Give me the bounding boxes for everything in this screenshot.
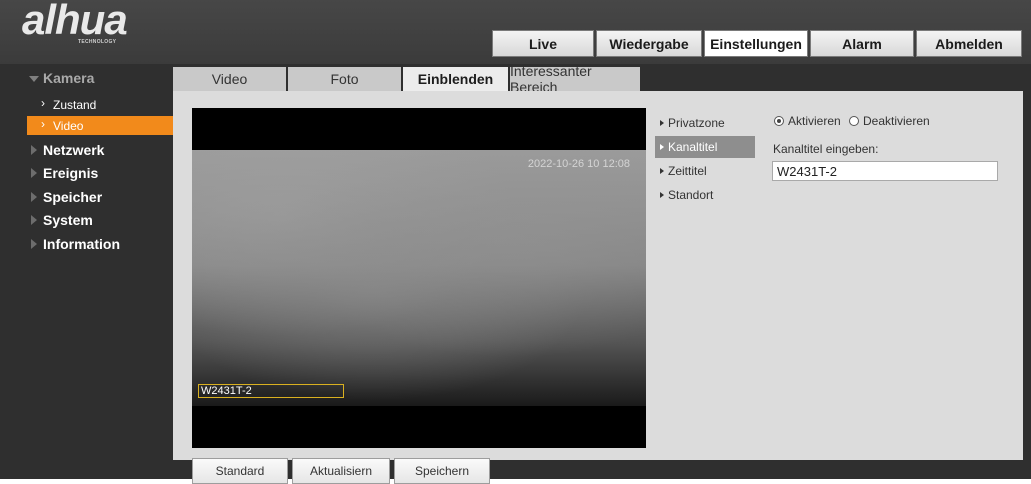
collapse-arrow-icon xyxy=(31,145,37,155)
main-panel: Video Foto Einblenden Interessanter Bere… xyxy=(173,63,1023,484)
overlay-option-label: Zeittitel xyxy=(668,164,707,178)
overlay-option-channel-title[interactable]: Kanaltitel xyxy=(655,136,755,158)
collapse-arrow-icon xyxy=(31,168,37,178)
triangle-right-icon xyxy=(660,192,664,198)
save-button[interactable]: Speichern xyxy=(394,458,490,484)
video-preview[interactable]: 2022-10-26 10 12:08 W2431T-2 xyxy=(192,108,646,448)
sidebar-item-network[interactable]: Netzwerk xyxy=(17,139,173,161)
logo-text: alhua xyxy=(22,0,128,43)
sidebar-item-label: Information xyxy=(43,236,120,252)
camera-image: 2022-10-26 10 12:08 W2431T-2 xyxy=(192,150,646,406)
sidebar-item-event[interactable]: Ereignis xyxy=(17,162,173,184)
nav-settings-button[interactable]: Einstellungen xyxy=(704,30,808,57)
channel-title-settings: Aktivieren Deaktivieren Kanaltitel einge… xyxy=(768,113,1008,193)
enable-radio[interactable] xyxy=(774,116,784,126)
tab-photo[interactable]: Foto xyxy=(288,67,401,91)
sidebar-item-label: Ereignis xyxy=(43,165,99,181)
overlay-option-label: Kanaltitel xyxy=(668,140,718,154)
nav-logout-button[interactable]: Abmelden xyxy=(916,30,1022,57)
collapse-arrow-icon xyxy=(31,239,37,249)
logo-subtext: TECHNOLOGY xyxy=(78,39,117,45)
disable-radio-label: Deaktivieren xyxy=(863,114,930,128)
sidebar-item-storage[interactable]: Speicher xyxy=(17,186,173,208)
sidebar-item-label: Kamera xyxy=(43,70,95,86)
logo: alhua TECHNOLOGY xyxy=(22,0,146,54)
chevron-right-icon: › xyxy=(41,96,45,110)
sidebar: Kamera › Zustand › Video Netzwerk Ereign… xyxy=(17,64,173,460)
overlay-option-time-title[interactable]: Zeittitel xyxy=(655,160,755,182)
sidebar-subitem-label: Video xyxy=(53,119,84,133)
osd-timestamp: 2022-10-26 10 12:08 xyxy=(527,158,630,170)
disable-radio[interactable] xyxy=(849,116,859,126)
collapse-arrow-icon xyxy=(31,215,37,225)
nav-live-button[interactable]: Live xyxy=(492,30,594,57)
triangle-right-icon xyxy=(660,120,664,126)
triangle-right-icon xyxy=(660,144,664,150)
nav-alarm-button[interactable]: Alarm xyxy=(810,30,914,57)
header: alhua TECHNOLOGY Live Wiedergabe Einstel… xyxy=(0,0,1031,64)
sidebar-item-label: Speicher xyxy=(43,189,103,205)
content-area: 2022-10-26 10 12:08 W2431T-2 Standard Ak… xyxy=(173,91,1023,484)
tab-video[interactable]: Video xyxy=(173,67,286,91)
overlay-option-label: Standort xyxy=(668,188,714,202)
default-button[interactable]: Standard xyxy=(192,458,288,484)
tab-strip: Video Foto Einblenden Interessanter Bere… xyxy=(173,63,1023,95)
chevron-right-icon: › xyxy=(41,117,45,131)
overlay-option-location[interactable]: Standort xyxy=(655,184,755,206)
sidebar-subitem-status[interactable]: › Zustand xyxy=(27,95,173,114)
triangle-right-icon xyxy=(660,168,664,174)
osd-channel-title: W2431T-2 xyxy=(201,385,252,397)
overlay-option-label: Privatzone xyxy=(668,116,725,130)
sidebar-subitem-label: Zustand xyxy=(53,98,97,112)
channel-title-label: Kanaltitel eingeben: xyxy=(773,142,879,156)
osd-channel-title-box[interactable]: W2431T-2 xyxy=(198,384,344,398)
sidebar-subitem-video[interactable]: › Video xyxy=(27,116,173,135)
tab-overlay[interactable]: Einblenden xyxy=(403,67,508,91)
refresh-button[interactable]: Aktualisiern xyxy=(292,458,390,484)
sidebar-item-information[interactable]: Information xyxy=(17,233,173,255)
sidebar-item-label: System xyxy=(43,212,93,228)
sidebar-item-camera[interactable]: Kamera xyxy=(17,67,173,89)
enable-radio-label: Aktivieren xyxy=(788,114,841,128)
overlay-option-privacy-zone[interactable]: Privatzone xyxy=(655,112,755,134)
sidebar-item-label: Netzwerk xyxy=(43,142,105,158)
nav-playback-button[interactable]: Wiedergabe xyxy=(596,30,702,57)
sidebar-item-system[interactable]: System xyxy=(17,209,173,231)
collapse-arrow-icon xyxy=(31,192,37,202)
channel-title-input[interactable]: W2431T-2 xyxy=(772,161,998,181)
tab-region-of-interest[interactable]: Interessanter Bereich xyxy=(510,63,640,95)
expand-arrow-icon xyxy=(29,76,39,82)
